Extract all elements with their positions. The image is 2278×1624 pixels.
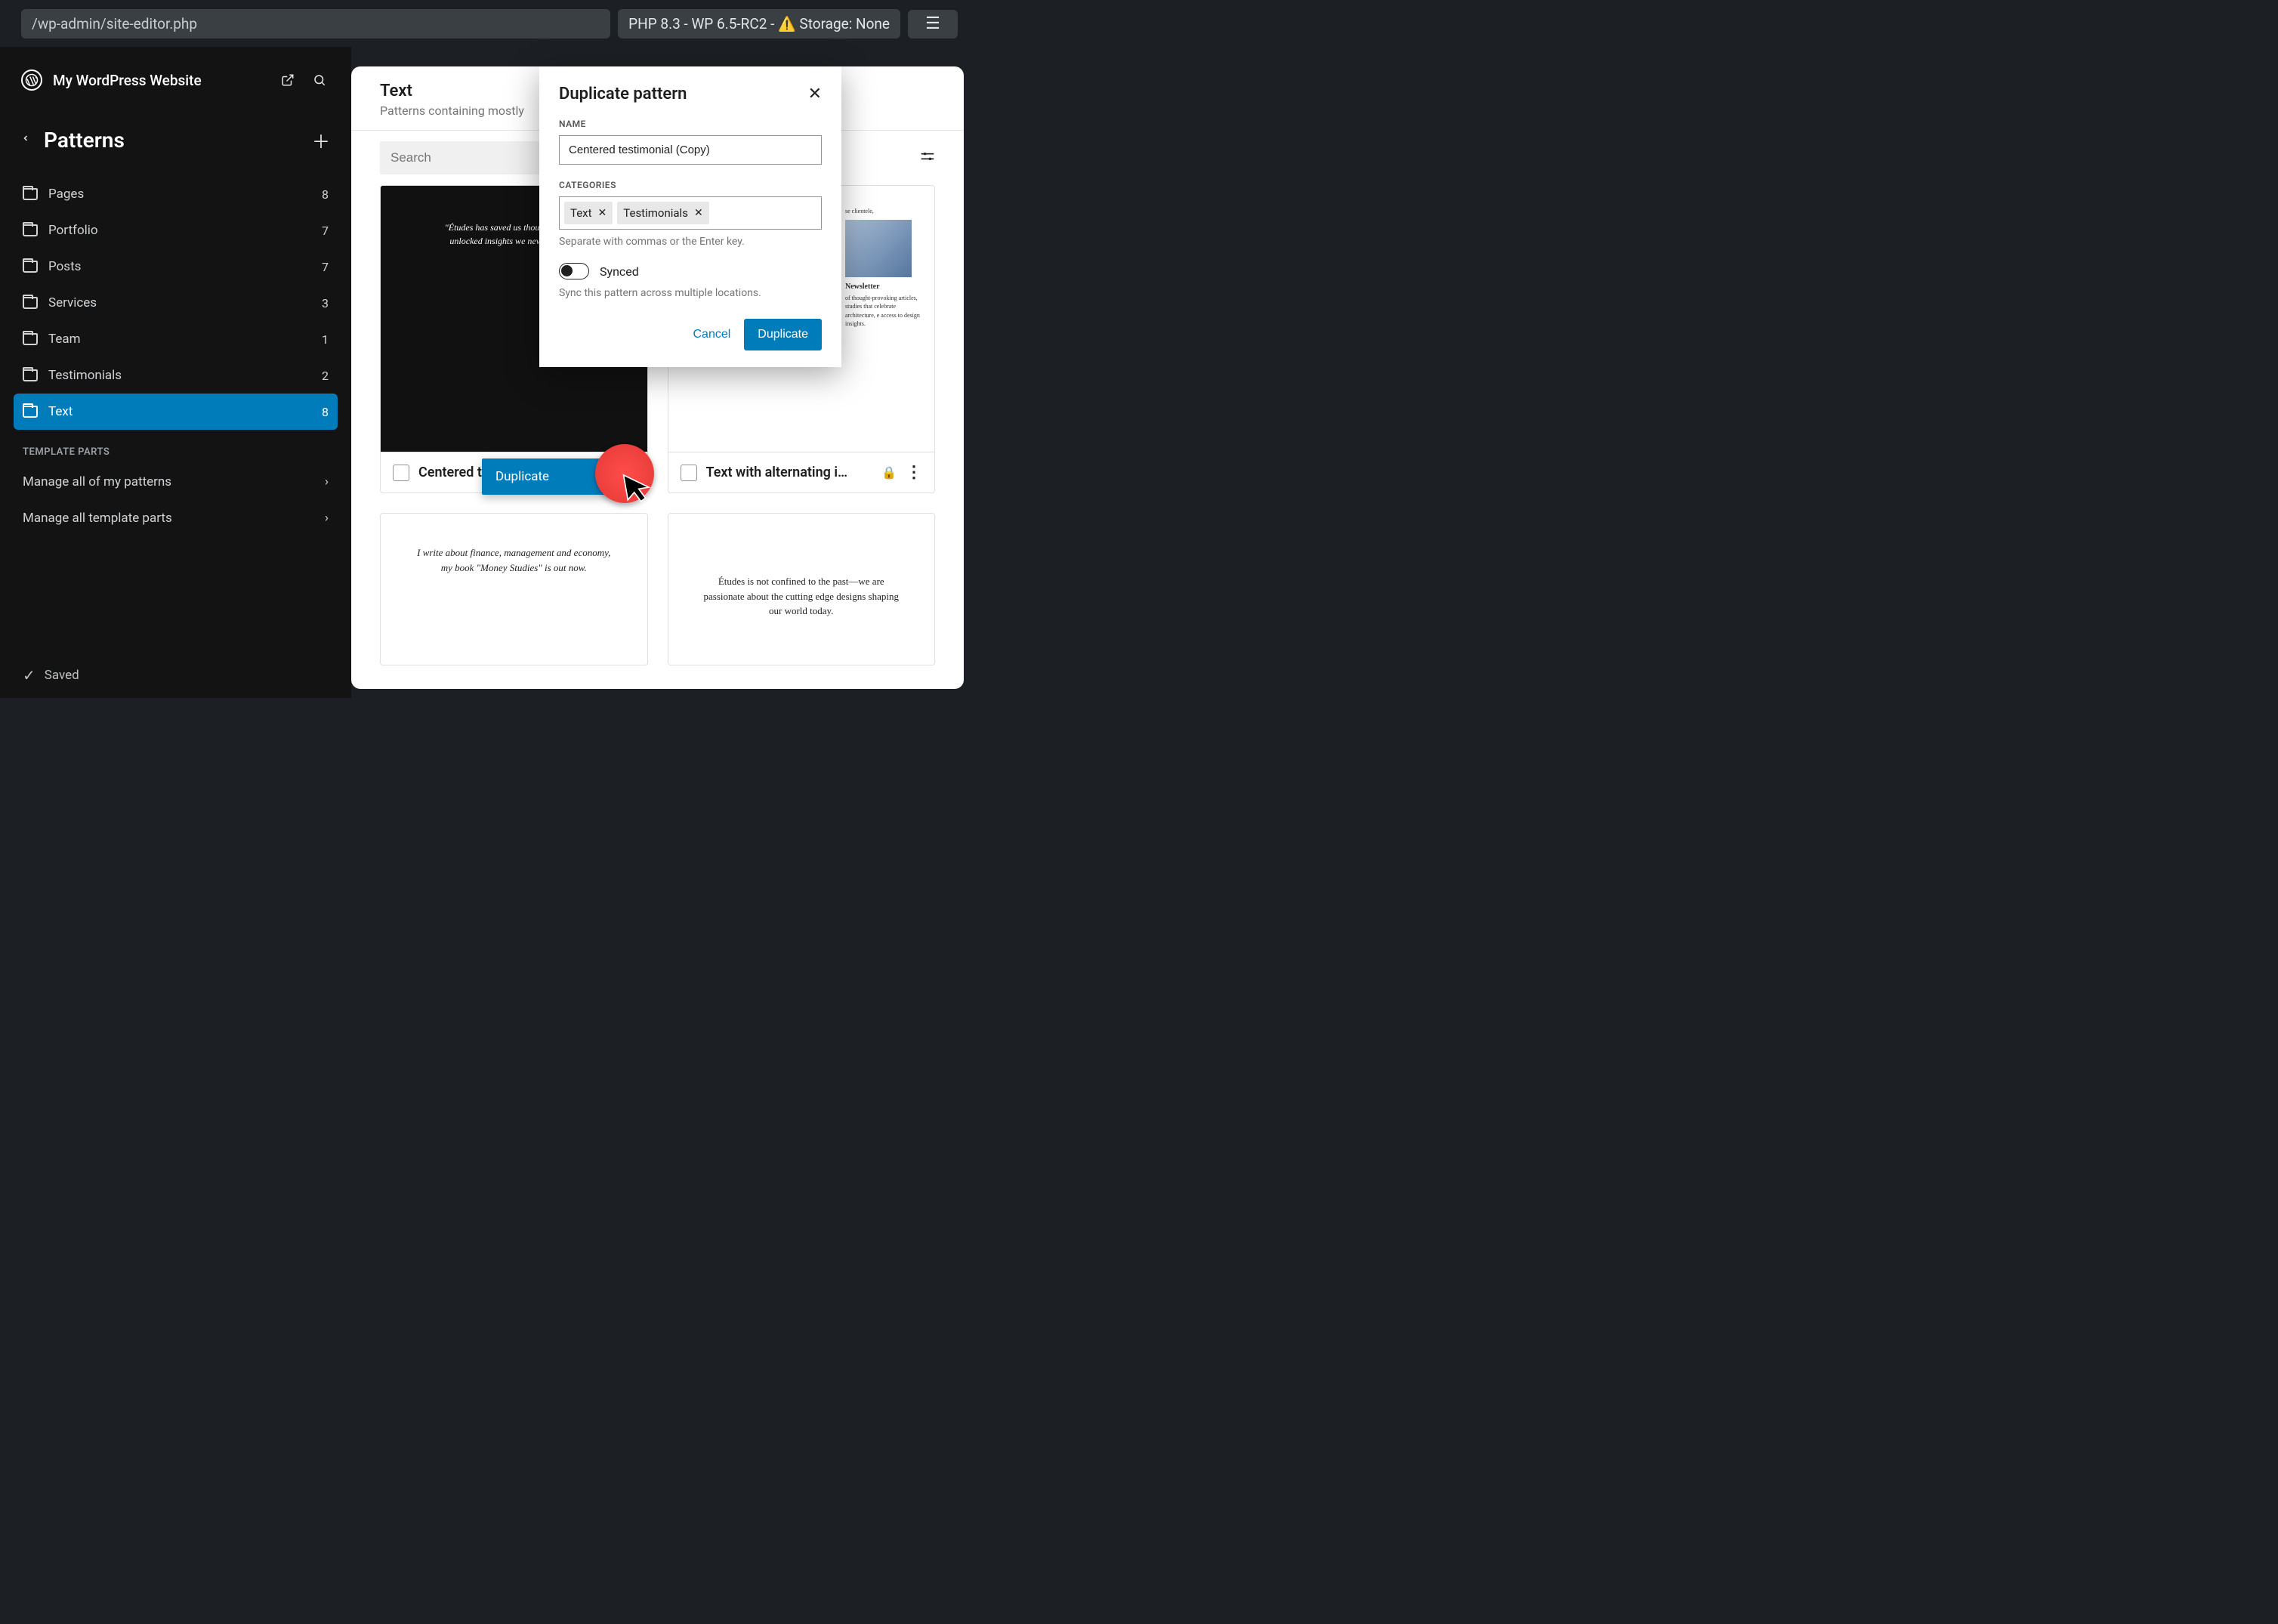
sidebar-item-pages[interactable]: Pages 8 (14, 176, 338, 212)
categories-helper-text: Separate with commas or the Enter key. (559, 236, 822, 248)
duplicate-button[interactable]: Duplicate (744, 319, 822, 350)
sidebar-item-label: Testimonials (48, 368, 311, 383)
environment-chip: PHP 8.3 - WP 6.5-RC2 - ⚠️ Storage: None (618, 9, 900, 39)
synced-helper-text: Sync this pattern across multiple locati… (559, 287, 822, 299)
pattern-preview: I write about finance, management and ec… (381, 514, 647, 665)
folder-icon (23, 406, 38, 418)
sidebar-section-label: TEMPLATE PARTS (0, 430, 351, 464)
lock-icon: 🔒 (881, 465, 897, 480)
preview-text: of thought-provoking articles, studies t… (845, 294, 921, 328)
tag-label: Text (570, 206, 592, 220)
sidebar-item-label: Pages (48, 187, 311, 202)
sidebar-item-count: 7 (322, 260, 329, 274)
pattern-label: Text with alternating i… (706, 465, 873, 480)
save-status: ✓ Saved (23, 666, 79, 684)
remove-tag-button[interactable]: ✕ (598, 207, 607, 219)
wordpress-logo-icon (21, 69, 42, 91)
sidebar-item-posts[interactable]: Posts 7 (14, 249, 338, 285)
sidebar-item-portfolio[interactable]: Portfolio 7 (14, 212, 338, 249)
preview-text: I write about finance, management and ec… (411, 545, 617, 575)
sidebar-item-label: Text (48, 404, 311, 419)
add-pattern-button[interactable]: ＋ (312, 127, 330, 153)
sidebar-item-services[interactable]: Services 3 (14, 285, 338, 321)
sidebar-item-label: Posts (48, 259, 311, 274)
folder-icon (23, 224, 38, 236)
sidebar-item-count: 1 (322, 332, 329, 347)
categories-input[interactable]: Text ✕ Testimonials ✕ (559, 196, 822, 230)
pattern-card[interactable]: Études is not confined to the past—we ar… (668, 513, 936, 665)
open-external-icon[interactable] (277, 69, 298, 91)
folder-icon (23, 188, 38, 200)
modal-title: Duplicate pattern (559, 85, 687, 103)
link-label: Manage all template parts (23, 511, 172, 526)
tag-label: Testimonials (623, 206, 688, 220)
pattern-actions-button[interactable]: ⋮ (906, 463, 922, 482)
cancel-button[interactable]: Cancel (690, 319, 733, 350)
folder-icon (23, 369, 38, 381)
pattern-checkbox[interactable] (681, 465, 697, 481)
sidebar-item-count: 8 (322, 405, 329, 419)
pattern-checkbox[interactable] (393, 465, 409, 481)
preview-heading: Newsletter (845, 282, 921, 292)
name-field-label: NAME (559, 119, 822, 129)
sidebar-item-label: Portfolio (48, 223, 311, 238)
saved-label: Saved (45, 668, 79, 683)
sidebar-title: Patterns (44, 128, 298, 153)
preview-image (845, 220, 912, 277)
modal-close-button[interactable]: ✕ (808, 85, 822, 103)
manage-patterns-link[interactable]: Manage all of my patterns › (0, 464, 351, 500)
categories-field-label: CATEGORIES (559, 180, 822, 190)
sidebar-item-label: Services (48, 295, 311, 310)
pattern-preview: Études is not confined to the past—we ar… (668, 514, 935, 665)
hamburger-menu-button[interactable]: ☰ (908, 10, 958, 39)
filter-icon[interactable] (920, 149, 935, 168)
synced-toggle-label: Synced (600, 264, 639, 279)
check-icon: ✓ (23, 666, 35, 684)
sidebar-item-testimonials[interactable]: Testimonials 2 (14, 357, 338, 394)
sidebar-item-team[interactable]: Team 1 (14, 321, 338, 357)
pattern-name-input[interactable] (559, 135, 822, 165)
back-button[interactable] (21, 131, 30, 149)
chevron-right-icon: › (325, 474, 329, 489)
preview-text: se clientele, (845, 207, 921, 215)
sidebar-category-list: Pages 8 Portfolio 7 Posts 7 Services 3 T… (0, 176, 351, 430)
duplicate-pattern-modal: Duplicate pattern ✕ NAME CATEGORIES Text… (539, 66, 841, 367)
site-name: My WordPress Website (53, 72, 267, 89)
sidebar-item-count: 8 (322, 187, 329, 202)
category-tag: Testimonials ✕ (617, 202, 708, 224)
pattern-card[interactable]: I write about finance, management and ec… (380, 513, 648, 665)
preview-text: Études is not confined to the past—we ar… (699, 574, 905, 619)
sidebar: My WordPress Website Patterns ＋ Pages 8 (0, 47, 351, 698)
sidebar-item-count: 2 (322, 369, 329, 383)
synced-toggle[interactable] (559, 263, 589, 279)
search-icon[interactable] (309, 69, 330, 91)
folder-icon (23, 261, 38, 273)
sidebar-item-count: 3 (322, 296, 329, 310)
remove-tag-button[interactable]: ✕ (694, 207, 703, 219)
top-bar: /wp-admin/site-editor.php PHP 8.3 - WP 6… (0, 0, 979, 48)
chevron-right-icon: › (325, 511, 329, 526)
url-bar[interactable]: /wp-admin/site-editor.php (21, 9, 610, 39)
manage-template-parts-link[interactable]: Manage all template parts › (0, 500, 351, 536)
sidebar-item-label: Team (48, 332, 311, 347)
sidebar-item-count: 7 (322, 224, 329, 238)
folder-icon (23, 333, 38, 345)
category-tag: Text ✕ (564, 202, 613, 224)
folder-icon (23, 297, 38, 309)
link-label: Manage all of my patterns (23, 474, 171, 489)
sidebar-item-text[interactable]: Text 8 (14, 394, 338, 430)
